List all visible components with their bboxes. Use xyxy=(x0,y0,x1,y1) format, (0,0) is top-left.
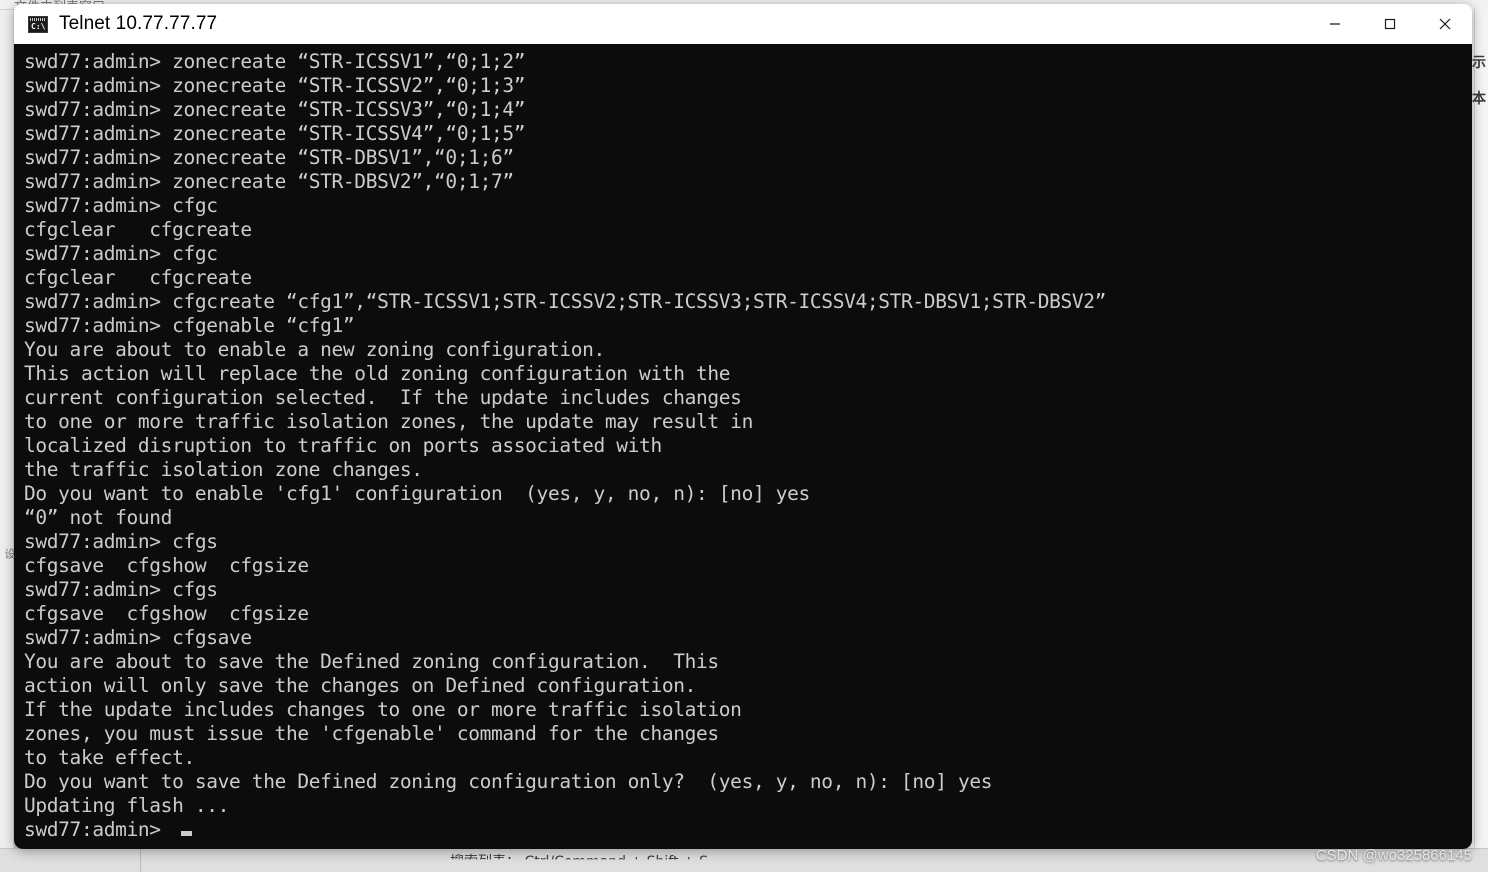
terminal-line: localized disruption to traffic on ports… xyxy=(24,434,662,457)
csdn-watermark: CSDN @wo325866145 xyxy=(1315,847,1472,864)
terminal-line: current configuration selected. If the u… xyxy=(24,386,742,409)
terminal-line: action will only save the changes on Def… xyxy=(24,674,697,697)
minimize-button[interactable] xyxy=(1307,4,1362,44)
desktop-background: 文件夹列表窗口 设 示 本 搜索列表： Ctrl/Command + Shift… xyxy=(0,0,1488,872)
terminal-line: the traffic isolation zone changes. xyxy=(24,458,423,481)
terminal-line: You are about to enable a new zoning con… xyxy=(24,338,605,361)
terminal-line: swd77:admin> cfgs xyxy=(24,578,218,601)
background-left-rail xyxy=(0,10,14,848)
maximize-button[interactable] xyxy=(1362,4,1417,44)
terminal-line-list: swd77:admin> zonecreate “STR-ICSSV1”,“0;… xyxy=(24,50,1472,842)
telnet-window: Telnet 10.77.77.77 xyxy=(14,4,1472,849)
console-icon xyxy=(28,15,48,33)
terminal-line: swd77:admin> zonecreate “STR-ICSSV4”,“0;… xyxy=(24,122,526,145)
window-title: Telnet 10.77.77.77 xyxy=(59,13,218,34)
window-controls xyxy=(1307,4,1472,44)
close-icon xyxy=(1439,18,1450,30)
terminal-line: swd77:admin> zonecreate “STR-DBSV1”,“0;1… xyxy=(24,146,514,169)
terminal-cursor xyxy=(181,831,193,836)
background-cjk-label-2: 本 xyxy=(1472,91,1486,107)
title-bar[interactable]: Telnet 10.77.77.77 xyxy=(14,4,1472,44)
terminal-line: cfgsave cfgshow cfgsize xyxy=(24,554,309,577)
terminal-line: swd77:admin> zonecreate “STR-DBSV2”,“0;1… xyxy=(24,170,514,193)
terminal-line: swd77:admin> xyxy=(24,818,1472,842)
terminal-line: swd77:admin> cfgc xyxy=(24,242,218,265)
terminal-line: swd77:admin> zonecreate “STR-ICSSV3”,“0;… xyxy=(24,98,526,121)
terminal-line: to take effect. xyxy=(24,746,195,769)
terminal-line: swd77:admin> zonecreate “STR-ICSSV2”,“0;… xyxy=(24,74,526,97)
terminal-line: cfgclear cfgcreate xyxy=(24,218,252,241)
terminal-output[interactable]: swd77:admin> zonecreate “STR-ICSSV1”,“0;… xyxy=(14,44,1472,849)
terminal-line: cfgclear cfgcreate xyxy=(24,266,252,289)
terminal-line: “0” not found xyxy=(24,506,173,529)
terminal-line: swd77:admin> zonecreate “STR-ICSSV1”,“0;… xyxy=(24,50,526,73)
terminal-line: You are about to save the Defined zoning… xyxy=(24,650,719,673)
maximize-icon xyxy=(1384,18,1395,30)
terminal-line: swd77:admin> cfgc xyxy=(24,194,218,217)
close-button[interactable] xyxy=(1417,4,1472,44)
terminal-line: swd77:admin> cfgenable “cfg1” xyxy=(24,314,355,337)
background-rail-divider xyxy=(1474,8,1475,848)
terminal-line: zones, you must issue the 'cfgenable' co… xyxy=(24,722,719,745)
background-bottom-text: 搜索列表： Ctrl/Command + Shift + S xyxy=(450,854,709,870)
terminal-line: cfgsave cfgshow cfgsize xyxy=(24,602,309,625)
terminal-line: Do you want to save the Defined zoning c… xyxy=(24,770,993,793)
background-bottom-bar: 搜索列表： Ctrl/Command + Shift + S xyxy=(0,848,1488,872)
terminal-line: to one or more traffic isolation zones, … xyxy=(24,410,753,433)
terminal-line: swd77:admin> cfgs xyxy=(24,530,218,553)
terminal-line: If the update includes changes to one or… xyxy=(24,698,742,721)
background-bottom-separator xyxy=(140,849,141,872)
terminal-line: Updating flash ... xyxy=(24,794,230,817)
terminal-line: This action will replace the old zoning … xyxy=(24,362,731,385)
terminal-line: swd77:admin> cfgsave xyxy=(24,626,252,649)
terminal-line: swd77:admin> cfgcreate “cfg1”,“STR-ICSSV… xyxy=(24,290,1107,313)
terminal-line: Do you want to enable 'cfg1' configurati… xyxy=(24,482,810,505)
background-cjk-label-1: 示 xyxy=(1472,55,1486,71)
minimize-icon xyxy=(1329,23,1340,25)
